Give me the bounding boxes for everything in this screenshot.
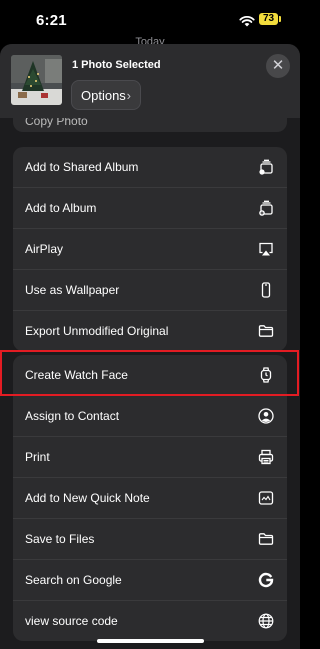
printer-icon — [258, 449, 274, 465]
action-label: Assign to Contact — [25, 409, 120, 423]
options-label: Options — [81, 88, 126, 103]
status-time: 6:21 — [36, 12, 67, 29]
folder-icon — [258, 323, 274, 339]
status-bar: 6:21 73 — [0, 0, 300, 40]
partial-action-row[interactable]: Copy Photo — [13, 118, 287, 132]
battery-indicator: 73 — [259, 13, 278, 25]
airplay-icon — [258, 241, 274, 257]
action-search-on-google[interactable]: Search on Google — [13, 559, 287, 600]
action-label: Add to New Quick Note — [25, 491, 150, 505]
action-view-source-code[interactable]: view source code — [13, 600, 287, 641]
folder-icon — [258, 531, 274, 547]
share-sheet-header: 1 Photo Selected Options › — [0, 44, 300, 118]
phone-icon — [258, 282, 274, 298]
action-label: view source code — [25, 614, 118, 628]
quick-note-icon — [258, 490, 274, 506]
share-sheet: 1 Photo Selected Options › Copy Photo Ad… — [0, 44, 300, 649]
chevron-right-icon: › — [126, 88, 131, 103]
action-label: Export Unmodified Original — [25, 324, 169, 338]
action-group-1: Add to Shared Album Add to Album AirPlay — [13, 147, 287, 351]
home-indicator — [97, 639, 204, 643]
action-airplay[interactable]: AirPlay — [13, 228, 287, 269]
add-album-icon — [258, 200, 274, 216]
action-add-to-album[interactable]: Add to Album — [13, 187, 287, 228]
options-button[interactable]: Options › — [71, 80, 141, 110]
close-button[interactable]: ✕ — [266, 54, 290, 78]
action-label: Add to Album — [25, 201, 97, 215]
contact-icon — [258, 408, 274, 424]
action-label: Add to Shared Album — [25, 160, 139, 174]
selection-title: 1 Photo Selected — [72, 59, 161, 71]
action-label: Search on Google — [25, 573, 122, 587]
action-label: Save to Files — [25, 532, 95, 546]
action-export-unmodified-original[interactable]: Export Unmodified Original — [13, 310, 287, 351]
action-save-to-files[interactable]: Save to Files — [13, 518, 287, 559]
close-icon: ✕ — [271, 57, 285, 74]
action-label: Use as Wallpaper — [25, 283, 120, 297]
globe-icon — [258, 613, 274, 629]
action-label: Print — [25, 450, 50, 464]
shared-album-icon — [258, 159, 274, 175]
highlight-box — [0, 350, 299, 396]
action-label: AirPlay — [25, 242, 64, 256]
partial-action-label: Copy Photo — [25, 118, 88, 128]
google-icon — [258, 572, 274, 588]
wifi-icon — [239, 15, 255, 27]
battery-tip — [279, 16, 281, 22]
action-add-to-shared-album[interactable]: Add to Shared Album — [13, 147, 287, 187]
action-assign-to-contact[interactable]: Assign to Contact — [13, 395, 287, 436]
action-add-to-new-quick-note[interactable]: Add to New Quick Note — [13, 477, 287, 518]
action-print[interactable]: Print — [13, 436, 287, 477]
action-group-2: Create Watch Face Assign to Contact Prin… — [13, 355, 287, 641]
action-use-as-wallpaper[interactable]: Use as Wallpaper — [13, 269, 287, 310]
photo-thumbnail — [11, 55, 62, 105]
